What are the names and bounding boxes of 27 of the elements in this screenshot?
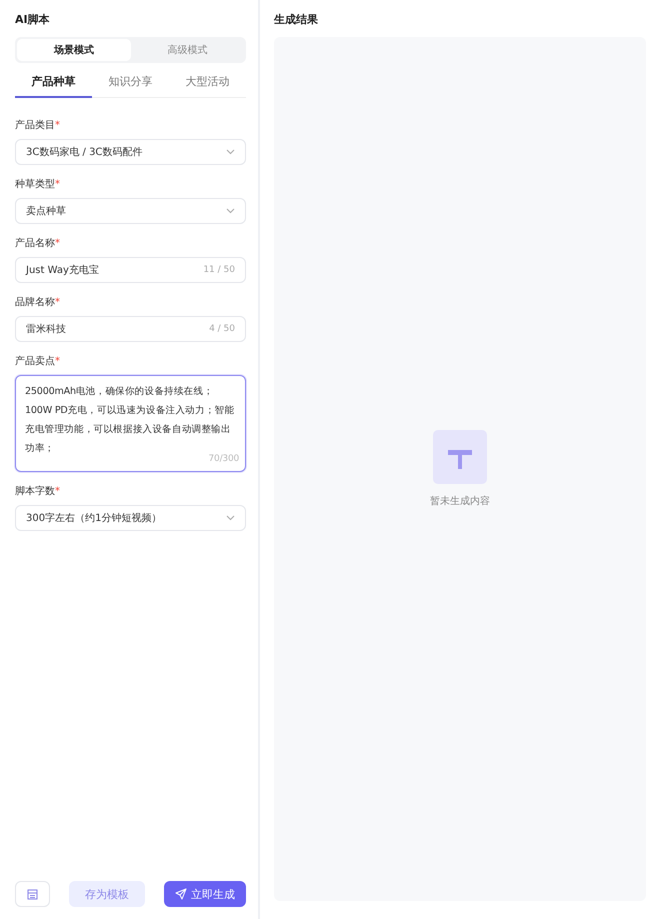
- field-label: 脚本字数*: [15, 484, 61, 498]
- list-icon: [26, 888, 38, 900]
- field-label: 种草类型*: [15, 178, 61, 191]
- input-field[interactable]: Just Way充电宝 11 / 50: [15, 257, 246, 283]
- tab[interactable]: 产品种草: [15, 67, 92, 98]
- textarea-field[interactable]: 25000mAh电池，确保你的设备持续在线；100W PD充电，可以迅速为设备注入动力；智能充电管理功能，可以根据接入设备自动调整输出功率； 70/300: [15, 375, 246, 472]
- mode-tab[interactable]: 场景模式: [17, 39, 130, 61]
- select-field[interactable]: 3C数码家电 / 3C数码配件: [15, 139, 246, 165]
- empty-message: 暂未生成内容: [430, 494, 490, 508]
- chevron-down-icon: [226, 149, 235, 155]
- panel-title: 生成结果: [274, 12, 319, 27]
- field-label: 产品卖点*: [15, 354, 61, 368]
- generate-button[interactable]: 立即生成: [164, 881, 246, 907]
- select-field[interactable]: 300字左右（约1分钟短视频）: [15, 505, 246, 531]
- select-field[interactable]: 卖点种草: [15, 198, 246, 224]
- input-field[interactable]: 雷米科技 4 / 50: [15, 316, 246, 342]
- field-label: 产品名称*: [15, 236, 61, 250]
- chevron-down-icon: [226, 515, 235, 521]
- field-label: 产品类目*: [15, 118, 61, 132]
- tab[interactable]: 大型活动: [169, 67, 246, 98]
- send-icon: [174, 888, 187, 900]
- template-list-button[interactable]: [15, 881, 50, 907]
- panel-title: AI脚本: [15, 12, 51, 27]
- field-label: 品牌名称*: [15, 296, 61, 309]
- chevron-down-icon: [226, 208, 235, 214]
- text-icon: [433, 430, 487, 484]
- tab[interactable]: 知识分享: [92, 67, 169, 98]
